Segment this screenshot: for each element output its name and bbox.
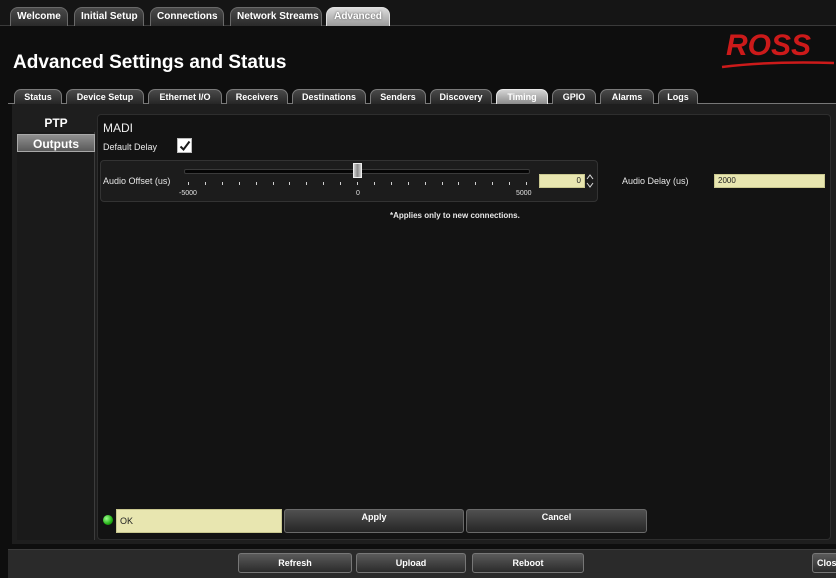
slider-tick: [221, 182, 223, 185]
slider-tick: [255, 182, 257, 185]
tab-initial-setup[interactable]: Initial Setup: [74, 7, 144, 26]
tab-senders[interactable]: Senders: [370, 89, 426, 104]
ross-logo: ROSS: [721, 29, 835, 69]
slider-tick: [373, 182, 375, 185]
slider-tick: [289, 182, 291, 185]
cancel-button[interactable]: Cancel: [466, 509, 647, 533]
slider-tick: [441, 182, 443, 185]
tab-receivers[interactable]: Receivers: [226, 89, 288, 104]
close-button[interactable]: Close: [812, 553, 836, 573]
slider-tick: [204, 182, 206, 185]
audio-offset-label: Audio Offset (us): [103, 176, 171, 186]
tab-ethernet-io[interactable]: Ethernet I/O: [148, 89, 222, 104]
status-led-icon: [103, 515, 113, 525]
tab-discovery[interactable]: Discovery: [430, 89, 492, 104]
tab-advanced[interactable]: Advanced: [326, 7, 390, 26]
tab-destinations[interactable]: Destinations: [292, 89, 366, 104]
default-delay-checkbox[interactable]: [177, 138, 192, 153]
refresh-button[interactable]: Refresh: [238, 553, 352, 573]
slider-tick: [407, 182, 409, 185]
tab-logs[interactable]: Logs: [658, 89, 698, 104]
reboot-button[interactable]: Reboot: [472, 553, 584, 573]
tab-device-setup[interactable]: Device Setup: [66, 89, 144, 104]
slider-tick: [390, 182, 392, 185]
slider-tick: [526, 182, 527, 185]
side-nav-item-ptp[interactable]: PTP: [17, 114, 95, 132]
slider-tick: [357, 182, 358, 185]
connections-note: *Applies only to new connections.: [390, 211, 520, 220]
audio-delay-input[interactable]: 2000: [714, 174, 825, 188]
app-window: Welcome Initial Setup Connections Networ…: [0, 0, 836, 578]
slider-tick: [424, 182, 426, 185]
slider-tick: [323, 182, 325, 185]
tab-timing[interactable]: Timing: [496, 89, 548, 104]
slider-tick: [272, 182, 274, 185]
tab-network-streams[interactable]: Network Streams: [230, 7, 322, 26]
slider-tick: [238, 182, 240, 185]
spinner-arrows-icon[interactable]: [586, 173, 594, 189]
audio-offset-input[interactable]: 0: [539, 174, 585, 188]
slider-tick: [306, 182, 308, 185]
side-nav-item-outputs[interactable]: Outputs: [17, 134, 95, 152]
tab-alarms[interactable]: Alarms: [600, 89, 654, 104]
slider-tick: [475, 182, 477, 185]
upload-button[interactable]: Upload: [356, 553, 466, 573]
slider-tick: [188, 182, 189, 185]
slider-mid-label: 0: [356, 190, 360, 197]
status-field: OK: [116, 509, 282, 533]
section-title-madi: MADI: [103, 121, 133, 135]
checkmark-icon: [179, 140, 191, 152]
audio-delay-label: Audio Delay (us): [622, 176, 689, 186]
top-tab-bar: Welcome Initial Setup Connections Networ…: [0, 0, 836, 26]
slider-ticks: [188, 182, 528, 185]
apply-button[interactable]: Apply: [284, 509, 464, 533]
tab-welcome[interactable]: Welcome: [10, 7, 68, 26]
slider-min-label: -5000: [179, 190, 197, 197]
audio-offset-slider-thumb[interactable]: [353, 163, 362, 178]
slider-tick: [492, 182, 494, 185]
side-nav: [17, 114, 95, 540]
tab-gpio[interactable]: GPIO: [552, 89, 596, 104]
slider-tick: [458, 182, 460, 185]
tab-connections[interactable]: Connections: [150, 7, 224, 26]
slider-tick: [340, 182, 342, 185]
svg-text:ROSS: ROSS: [726, 29, 811, 62]
slider-max-label: 5000: [516, 190, 532, 197]
page-title: Advanced Settings and Status: [13, 52, 287, 73]
tab-status[interactable]: Status: [14, 89, 62, 104]
default-delay-label: Default Delay: [103, 142, 158, 152]
slider-tick: [509, 182, 511, 185]
